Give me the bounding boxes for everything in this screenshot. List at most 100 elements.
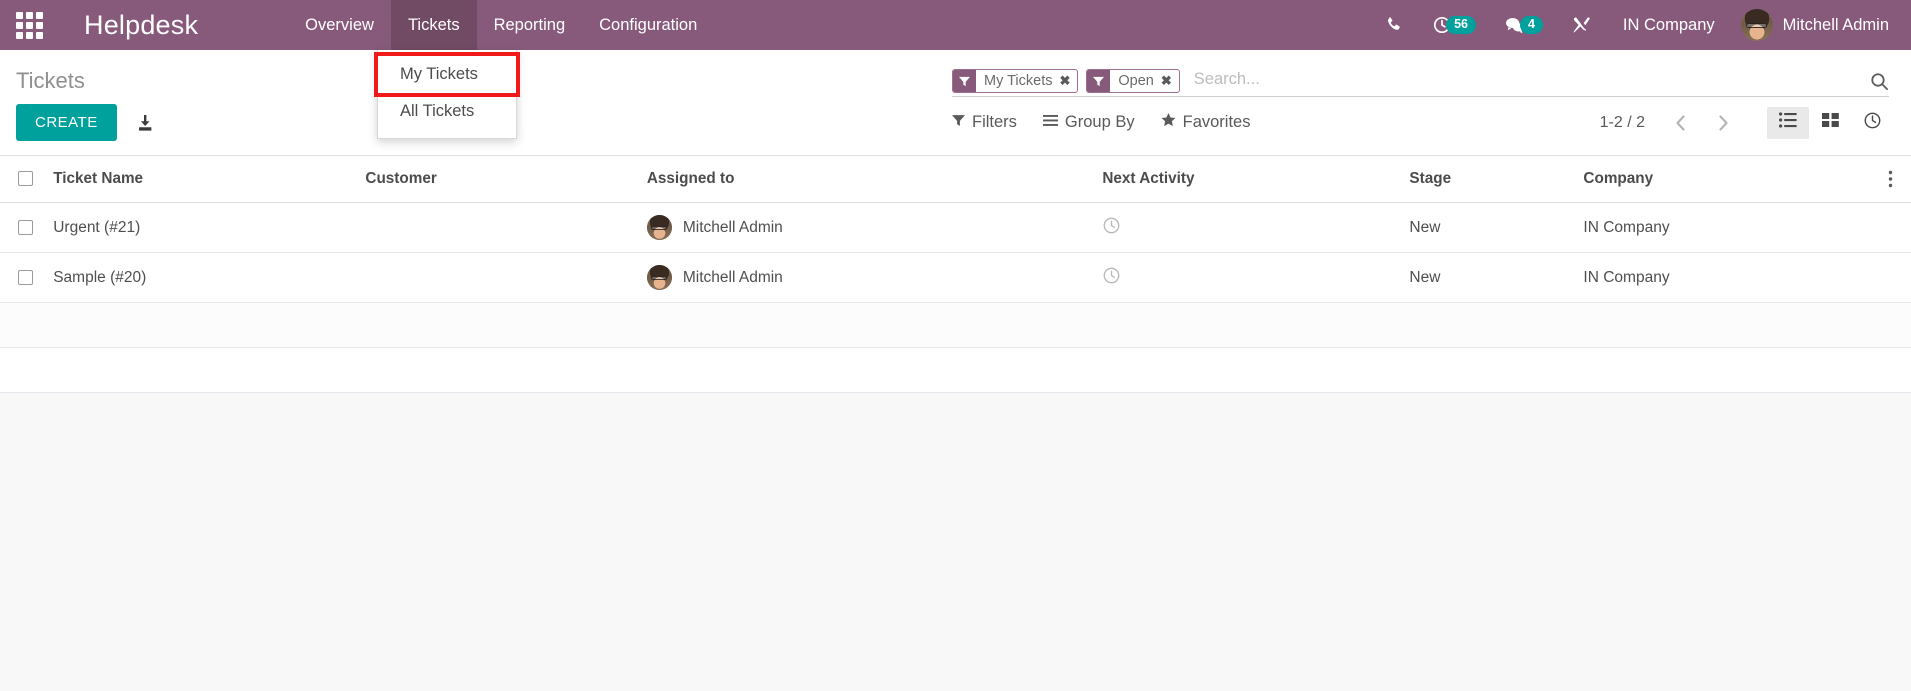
assigned-to-label: Mitchell Admin <box>682 268 783 286</box>
breadcrumb[interactable]: Tickets <box>16 66 85 92</box>
close-icon[interactable]: ✖ <box>1161 70 1179 92</box>
top-navbar: Helpdesk Overview Tickets Reporting Conf… <box>0 0 1911 139</box>
apps-menu-button[interactable] <box>0 0 58 50</box>
tools-wrench-icon <box>1571 15 1593 35</box>
developer-tools-button[interactable] <box>1557 0 1607 50</box>
column-options-icon[interactable] <box>1870 170 1911 188</box>
table-header-row: Ticket Name Customer Assigned to Next Ac… <box>0 156 1911 203</box>
group-lines-icon <box>1042 113 1058 132</box>
close-icon[interactable]: ✖ <box>1059 70 1077 92</box>
list-view-button[interactable] <box>1767 106 1809 139</box>
column-header-customer[interactable]: Customer <box>365 156 647 203</box>
phone-button[interactable] <box>1370 0 1418 50</box>
control-panel-bottom-row: CREATE Filters Group By Favorites 1-2 / … <box>0 96 1911 155</box>
search-facet-my-tickets[interactable]: My Tickets ✖ <box>952 69 1079 93</box>
search-facet-label: Open <box>1118 73 1154 89</box>
clock-icon[interactable] <box>1102 216 1121 235</box>
menu-item-configuration[interactable]: Configuration <box>582 0 714 50</box>
menu-item-tickets[interactable]: Tickets <box>390 0 477 50</box>
filters-menu-button[interactable]: Filters <box>952 113 1017 132</box>
column-header-stage[interactable]: Stage <box>1409 156 1584 203</box>
tickets-table: Ticket Name Customer Assigned to Next Ac… <box>0 156 1911 393</box>
filter-funnel-icon <box>952 113 965 132</box>
avatar <box>1740 9 1773 41</box>
row-select-cell <box>0 202 54 253</box>
cell-stage: New <box>1409 252 1584 303</box>
cell-customer <box>365 202 647 253</box>
search-options: Filters Group By Favorites <box>952 113 1250 132</box>
activity-menu-button[interactable]: 56 <box>1418 0 1490 50</box>
select-all-checkbox[interactable] <box>18 171 33 187</box>
row-select-cell <box>0 252 54 303</box>
user-menu-label: Mitchell Admin <box>1782 15 1889 34</box>
messages-count-badge: 4 <box>1519 15 1543 35</box>
page-background <box>0 393 1911 669</box>
assigned-to-label: Mitchell Admin <box>682 218 783 236</box>
filters-menu-label: Filters <box>972 113 1017 131</box>
column-header-next-activity[interactable]: Next Activity <box>1102 156 1410 203</box>
search-icon[interactable] <box>1862 72 1889 91</box>
search-input[interactable] <box>1187 70 1862 92</box>
group-by-menu-label: Group By <box>1064 113 1135 131</box>
filter-funnel-icon <box>1087 70 1111 92</box>
app-brand-helpdesk[interactable]: Helpdesk <box>58 0 216 50</box>
star-icon <box>1161 113 1176 132</box>
menu-item-reporting[interactable]: Reporting <box>477 0 583 50</box>
control-panel-top-row: Tickets My Tickets ✖ Open ✖ <box>0 50 1911 97</box>
menu-item-overview[interactable]: Overview <box>288 0 391 50</box>
search-facet-open[interactable]: Open ✖ <box>1086 69 1180 93</box>
main-menu: Overview Tickets Reporting Configuration <box>288 0 714 50</box>
group-by-menu-button[interactable]: Group By <box>1042 113 1135 132</box>
navbar-right-zone: 56 4 IN Company Mitchell Admin <box>1370 0 1911 50</box>
create-button[interactable]: CREATE <box>16 104 117 141</box>
column-header-ticket-name[interactable]: Ticket Name <box>53 156 366 203</box>
cell-next-activity <box>1102 202 1410 253</box>
row-checkbox[interactable] <box>18 219 33 235</box>
clock-icon[interactable] <box>1102 266 1121 285</box>
avatar <box>646 265 672 290</box>
dropdown-item-my-tickets[interactable]: My Tickets <box>374 52 520 97</box>
cell-stage: New <box>1409 202 1584 253</box>
cell-options <box>1870 202 1911 253</box>
active-company-name[interactable]: IN Company <box>1607 16 1731 35</box>
cell-next-activity <box>1102 252 1410 303</box>
avatar <box>646 215 672 240</box>
table-row[interactable]: Sample (#20) Mitchell Admin New IN Compa… <box>0 252 1911 303</box>
table-row[interactable]: Urgent (#21) Mitchell Admin New IN Compa… <box>0 202 1911 253</box>
favorites-menu-button[interactable]: Favorites <box>1161 113 1251 132</box>
row-checkbox[interactable] <box>18 269 33 285</box>
column-options-header <box>1870 156 1911 203</box>
cell-company: IN Company <box>1583 252 1871 303</box>
user-menu-button[interactable]: Mitchell Admin <box>1731 9 1897 41</box>
view-switcher <box>1767 106 1893 139</box>
control-panel: Tickets My Tickets ✖ Open ✖ Search... CR… <box>0 50 1911 156</box>
pager-and-views: 1-2 / 2 <box>1599 106 1893 139</box>
search-bar[interactable]: My Tickets ✖ Open ✖ <box>952 66 1889 97</box>
activity-view-icon <box>1863 111 1882 135</box>
favorites-menu-label: Favorites <box>1182 113 1251 131</box>
cell-assigned-to: Mitchell Admin <box>646 202 1103 253</box>
cell-company: IN Company <box>1583 202 1871 253</box>
cell-ticket-name: Sample (#20) <box>53 252 366 303</box>
kanban-view-icon <box>1821 112 1839 133</box>
cell-ticket-name: Urgent (#21) <box>53 202 366 253</box>
activity-count-badge: 56 <box>1446 15 1476 35</box>
list-view-content: Ticket Name Customer Assigned to Next Ac… <box>0 156 1911 393</box>
import-download-icon[interactable] <box>135 113 155 133</box>
dropdown-item-all-tickets[interactable]: All Tickets <box>378 93 516 130</box>
cell-customer <box>365 252 647 303</box>
filter-funnel-icon <box>953 70 976 92</box>
activity-view-button[interactable] <box>1851 107 1893 139</box>
table-empty-row <box>0 347 1911 393</box>
kanban-view-button[interactable] <box>1809 107 1851 139</box>
phone-icon <box>1384 15 1404 35</box>
messages-menu-button[interactable]: 4 <box>1490 0 1557 50</box>
apps-grid-icon <box>15 11 43 39</box>
pager-previous-button[interactable] <box>1659 112 1702 134</box>
pager-count: 1-2 / 2 <box>1599 113 1645 131</box>
pager-next-button[interactable] <box>1702 112 1745 134</box>
column-header-assigned-to[interactable]: Assigned to <box>646 156 1103 203</box>
column-header-company[interactable]: Company <box>1583 156 1871 203</box>
search-facet-label: My Tickets <box>984 73 1053 89</box>
cell-assigned-to: Mitchell Admin <box>646 252 1103 303</box>
